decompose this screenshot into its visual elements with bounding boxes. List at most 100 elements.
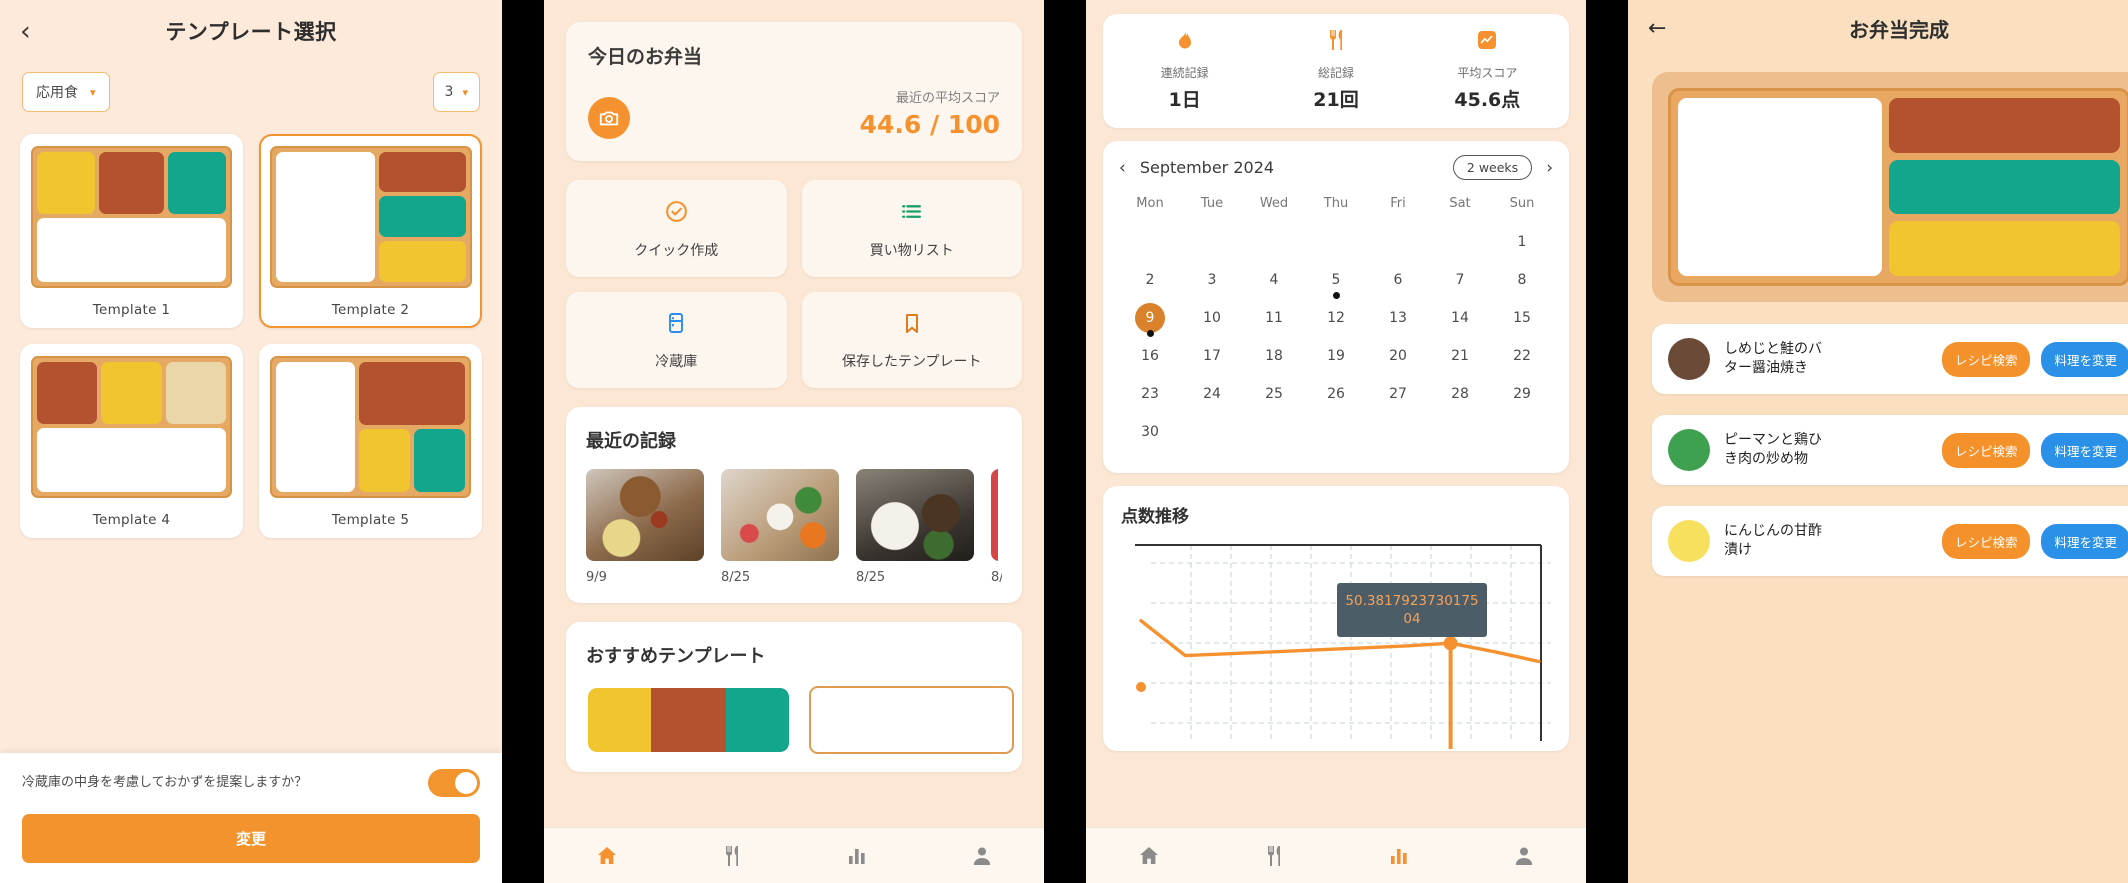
nav-profile[interactable] <box>1461 844 1586 868</box>
calendar-day-number: 18 <box>1265 348 1283 364</box>
stat-average-score: 平均スコア 45.6点 <box>1412 28 1563 112</box>
shopping-list-button[interactable]: 買い物リスト <box>801 180 1022 277</box>
stat-label: 総記録 <box>1317 66 1354 80</box>
score-trend-chart[interactable]: 50.381792373017504 <box>1121 541 1551 751</box>
template-card[interactable]: Template 1 <box>20 134 243 328</box>
fridge-button[interactable]: 冷蔵庫 <box>566 292 787 388</box>
calendar-day[interactable]: 27 <box>1367 375 1429 413</box>
fridge-suggestion-panel: 冷蔵庫の中身を考慮しておかずを提案しますか？ 変更 <box>0 753 502 883</box>
list-item[interactable]: 8/25 <box>856 469 974 585</box>
calendar-day[interactable]: 14 <box>1429 299 1491 337</box>
calendar-day[interactable]: 16 <box>1119 337 1181 375</box>
calendar-day[interactable]: 11 <box>1243 299 1305 337</box>
camera-icon[interactable] <box>588 97 630 139</box>
template-card[interactable]: Template 2 <box>259 134 482 328</box>
calendar-dow: Wed <box>1259 196 1289 211</box>
calendar-day[interactable]: 6 <box>1367 261 1429 299</box>
nav-home[interactable] <box>544 844 669 868</box>
recipe-search-button[interactable]: レシピ検索 <box>1941 432 2031 468</box>
score-trend-card: 点数推移 50.381792373017504 <box>1103 486 1569 751</box>
template-select-header: ‹ テンプレート選択 <box>0 0 502 62</box>
calendar-day[interactable]: 19 <box>1305 337 1367 375</box>
list-item[interactable]: 8/ <box>991 469 1002 585</box>
list-item[interactable]: 8/25 <box>721 469 839 585</box>
calendar-day[interactable]: 2 <box>1119 261 1181 299</box>
template-card[interactable]: Template 5 <box>259 344 482 538</box>
nav-stats[interactable] <box>1336 844 1461 868</box>
calendar-day[interactable]: 25 <box>1243 375 1305 413</box>
calendar-day[interactable]: 18 <box>1243 337 1305 375</box>
calendar-day[interactable]: 24 <box>1181 375 1243 413</box>
calendar-day-number: 1 <box>1517 234 1527 250</box>
calendar-day[interactable]: 1 <box>1491 223 1553 261</box>
bento-cell <box>650 688 727 752</box>
list-icon <box>902 205 922 218</box>
calendar-day[interactable]: 20 <box>1367 337 1429 375</box>
recipe-search-button[interactable]: レシピ検索 <box>1941 341 2031 377</box>
calendar-day[interactable]: 29 <box>1491 375 1553 413</box>
calendar-day[interactable]: 10 <box>1181 299 1243 337</box>
recommended-templates-list <box>586 686 1014 754</box>
template-filters: 応用食 ▾ 3 ▾ <box>0 62 502 112</box>
calendar-dow: Mon <box>1136 196 1164 211</box>
nav-stats[interactable] <box>794 844 919 868</box>
chevron-left-icon[interactable]: ‹ <box>1119 158 1126 178</box>
calendar-day-dot <box>1146 330 1154 337</box>
bento-preview <box>1668 88 2128 286</box>
template-card[interactable] <box>809 686 1014 754</box>
recipe-search-button[interactable]: レシピ検索 <box>1941 523 2031 559</box>
calendar-day[interactable]: 8 <box>1491 261 1553 299</box>
change-dish-button[interactable]: 料理を変更 <box>2041 523 2128 559</box>
calendar-day[interactable]: 30 <box>1119 413 1181 451</box>
calendar-day[interactable]: 4 <box>1243 261 1305 299</box>
fridge-suggestion-toggle[interactable] <box>428 769 480 797</box>
calendar-day[interactable]: 17 <box>1181 337 1243 375</box>
calendar-day-number: 6 <box>1393 272 1403 288</box>
calendar-day[interactable]: 28 <box>1429 375 1491 413</box>
stats-summary-card: 連続記録 1日 総記録 21回 平均スコア 45.6点 <box>1103 14 1569 128</box>
list-item[interactable]: 9/9 <box>586 469 704 585</box>
calendar-day[interactable]: 7 <box>1429 261 1491 299</box>
calendar-day[interactable]: 21 <box>1429 337 1491 375</box>
nav-meals[interactable] <box>669 844 794 868</box>
calendar-day[interactable]: 23 <box>1119 375 1181 413</box>
calendar-day[interactable]: 15 <box>1491 299 1553 337</box>
calendar-day-number: 19 <box>1327 348 1345 364</box>
calendar-day[interactable]: 12 <box>1305 299 1367 337</box>
calendar-day-empty <box>1119 223 1181 261</box>
bento-cell <box>37 218 226 282</box>
nav-profile[interactable] <box>919 844 1044 868</box>
calendar-day-number: 21 <box>1451 348 1469 364</box>
template-card[interactable]: Template 4 <box>20 344 243 538</box>
page-title: テンプレート選択 <box>165 20 337 44</box>
calendar-day[interactable]: 3 <box>1181 261 1243 299</box>
calendar-grid[interactable]: Mon Tue Wed Thu Fri Sat Sun 1 2 3 4 5 6 7 8 9 10 11 12 13 14… <box>1119 196 1553 451</box>
nav-meals[interactable] <box>1211 844 1336 868</box>
bento-cell <box>101 362 162 424</box>
calendar-day[interactable]: 13 <box>1367 299 1429 337</box>
record-date: 8/25 <box>856 570 886 585</box>
calendar-day-number: 10 <box>1203 310 1221 326</box>
change-dish-button[interactable]: 料理を変更 <box>2041 432 2128 468</box>
change-button[interactable]: 変更 <box>22 814 480 863</box>
bento-preview <box>269 145 472 288</box>
chevron-right-icon[interactable]: › <box>1546 158 1553 178</box>
calendar-day[interactable]: 9 <box>1119 299 1181 337</box>
bento-cell <box>1678 98 1882 276</box>
recent-records-list[interactable]: 9/9 8/25 8/25 8/ <box>586 469 1002 585</box>
template-card[interactable] <box>586 686 791 754</box>
saved-templates-button[interactable]: 保存したテンプレート <box>801 292 1022 388</box>
count-dropdown[interactable]: 3 ▾ <box>432 72 480 112</box>
calendar-day[interactable]: 26 <box>1305 375 1367 413</box>
category-dropdown[interactable]: 応用食 ▾ <box>22 72 110 112</box>
calendar-range-chip[interactable]: 2 weeks <box>1452 155 1533 180</box>
bento-cell <box>413 429 465 492</box>
calendar-day-number: 20 <box>1389 348 1407 364</box>
calendar-day[interactable]: 5 <box>1305 261 1367 299</box>
change-dish-button[interactable]: 料理を変更 <box>2041 341 2128 377</box>
calendar-day[interactable]: 22 <box>1491 337 1553 375</box>
quick-create-button[interactable]: クイック作成 <box>566 180 787 277</box>
bento-photo <box>991 469 1002 561</box>
nav-home[interactable] <box>1086 844 1211 868</box>
bento-cell <box>99 152 164 214</box>
